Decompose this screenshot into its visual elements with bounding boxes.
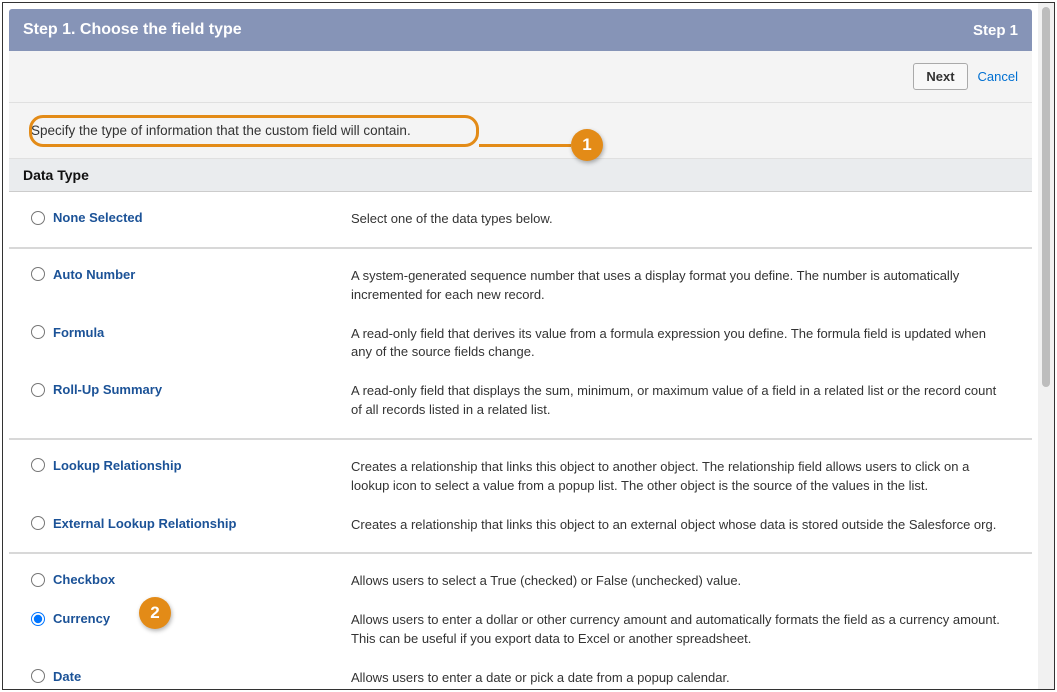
data-type-radio[interactable] bbox=[31, 325, 45, 339]
scrollbar-track[interactable] bbox=[1038, 3, 1054, 689]
data-type-description: A read-only field that derives its value… bbox=[351, 325, 1018, 363]
data-type-radio[interactable] bbox=[31, 612, 45, 626]
radio-cell: Lookup Relationship bbox=[31, 458, 351, 473]
annotation-connector-1: 1 bbox=[479, 129, 603, 161]
radio-cell: Date bbox=[31, 669, 351, 684]
next-button[interactable]: Next bbox=[913, 63, 967, 90]
data-type-radio[interactable] bbox=[31, 458, 45, 472]
option-row: External Lookup Relationship Creates a re… bbox=[9, 506, 1032, 553]
options-root: None Selected Select one of the data type… bbox=[3, 192, 1038, 689]
option-row: Roll-Up Summary A read-only field that di… bbox=[9, 372, 1032, 438]
data-type-label[interactable]: Lookup Relationship bbox=[53, 458, 182, 473]
data-type-description: Creates a relationship that links this o… bbox=[351, 458, 1018, 496]
data-type-description: Allows users to enter a dollar or other … bbox=[351, 611, 1018, 649]
options-group: Checkbox Allows users to select a True (c… bbox=[9, 554, 1032, 689]
data-type-radio[interactable] bbox=[31, 211, 45, 225]
option-row: Lookup Relationship Creates a relationshi… bbox=[9, 440, 1032, 506]
step-title: Step 1. Choose the field type bbox=[23, 21, 242, 39]
data-type-description: Allows users to select a True (checked) … bbox=[351, 572, 1018, 591]
instruction-text: Specify the type of information that the… bbox=[23, 121, 411, 138]
data-type-description: Select one of the data types below. bbox=[351, 210, 1018, 229]
cancel-link[interactable]: Cancel bbox=[978, 69, 1018, 84]
data-type-description: A system-generated sequence number that … bbox=[351, 267, 1018, 305]
wizard-frame: Step 1. Choose the field type Step 1 Nex… bbox=[2, 2, 1055, 690]
radio-cell: Currency bbox=[31, 611, 351, 626]
radio-cell: Roll-Up Summary bbox=[31, 382, 351, 397]
options-group: None Selected Select one of the data type… bbox=[9, 192, 1032, 249]
data-type-label[interactable]: External Lookup Relationship bbox=[53, 516, 236, 531]
data-type-label[interactable]: None Selected bbox=[53, 210, 143, 225]
data-type-label[interactable]: Auto Number bbox=[53, 267, 135, 282]
step-header: Step 1. Choose the field type Step 1 bbox=[9, 9, 1032, 51]
radio-cell: Auto Number bbox=[31, 267, 351, 282]
data-type-radio[interactable] bbox=[31, 383, 45, 397]
scrollbar-thumb[interactable] bbox=[1042, 7, 1050, 387]
step-indicator: Step 1 bbox=[973, 22, 1018, 39]
radio-cell: Formula bbox=[31, 325, 351, 340]
radio-cell: Checkbox bbox=[31, 572, 351, 587]
data-type-description: A read-only field that displays the sum,… bbox=[351, 382, 1018, 420]
option-row: None Selected Select one of the data type… bbox=[9, 192, 1032, 247]
data-type-label[interactable]: Roll-Up Summary bbox=[53, 382, 162, 397]
data-type-label[interactable]: Checkbox bbox=[53, 572, 115, 587]
data-type-description: Allows users to enter a date or pick a d… bbox=[351, 669, 1018, 688]
data-type-radio[interactable] bbox=[31, 267, 45, 281]
option-row: Formula A read-only field that derives it… bbox=[9, 315, 1032, 373]
data-type-header: Data Type bbox=[9, 159, 1032, 192]
annotation-badge-1: 1 bbox=[571, 129, 603, 161]
action-bar: Next Cancel bbox=[9, 51, 1032, 103]
content-area: Step 1. Choose the field type Step 1 Nex… bbox=[3, 3, 1038, 689]
option-row: Currency Allows users to enter a dollar o… bbox=[9, 601, 1032, 659]
option-row: Checkbox Allows users to select a True (c… bbox=[9, 554, 1032, 601]
data-type-radio[interactable] bbox=[31, 669, 45, 683]
options-group: Auto Number A system-generated sequence n… bbox=[9, 249, 1032, 440]
data-type-label[interactable]: Formula bbox=[53, 325, 104, 340]
connector-line-icon bbox=[479, 144, 571, 147]
data-type-radio[interactable] bbox=[31, 573, 45, 587]
options-group: Lookup Relationship Creates a relationshi… bbox=[9, 440, 1032, 555]
data-type-radio[interactable] bbox=[31, 516, 45, 530]
option-row: Date Allows users to enter a date or pick… bbox=[9, 659, 1032, 689]
data-type-description: Creates a relationship that links this o… bbox=[351, 516, 1018, 535]
data-type-label[interactable]: Currency bbox=[53, 611, 110, 626]
radio-cell: None Selected bbox=[31, 210, 351, 225]
option-row: Auto Number A system-generated sequence n… bbox=[9, 249, 1032, 315]
data-type-label[interactable]: Date bbox=[53, 669, 81, 684]
instruction-band: Specify the type of information that the… bbox=[9, 103, 1032, 159]
radio-cell: External Lookup Relationship bbox=[31, 516, 351, 531]
